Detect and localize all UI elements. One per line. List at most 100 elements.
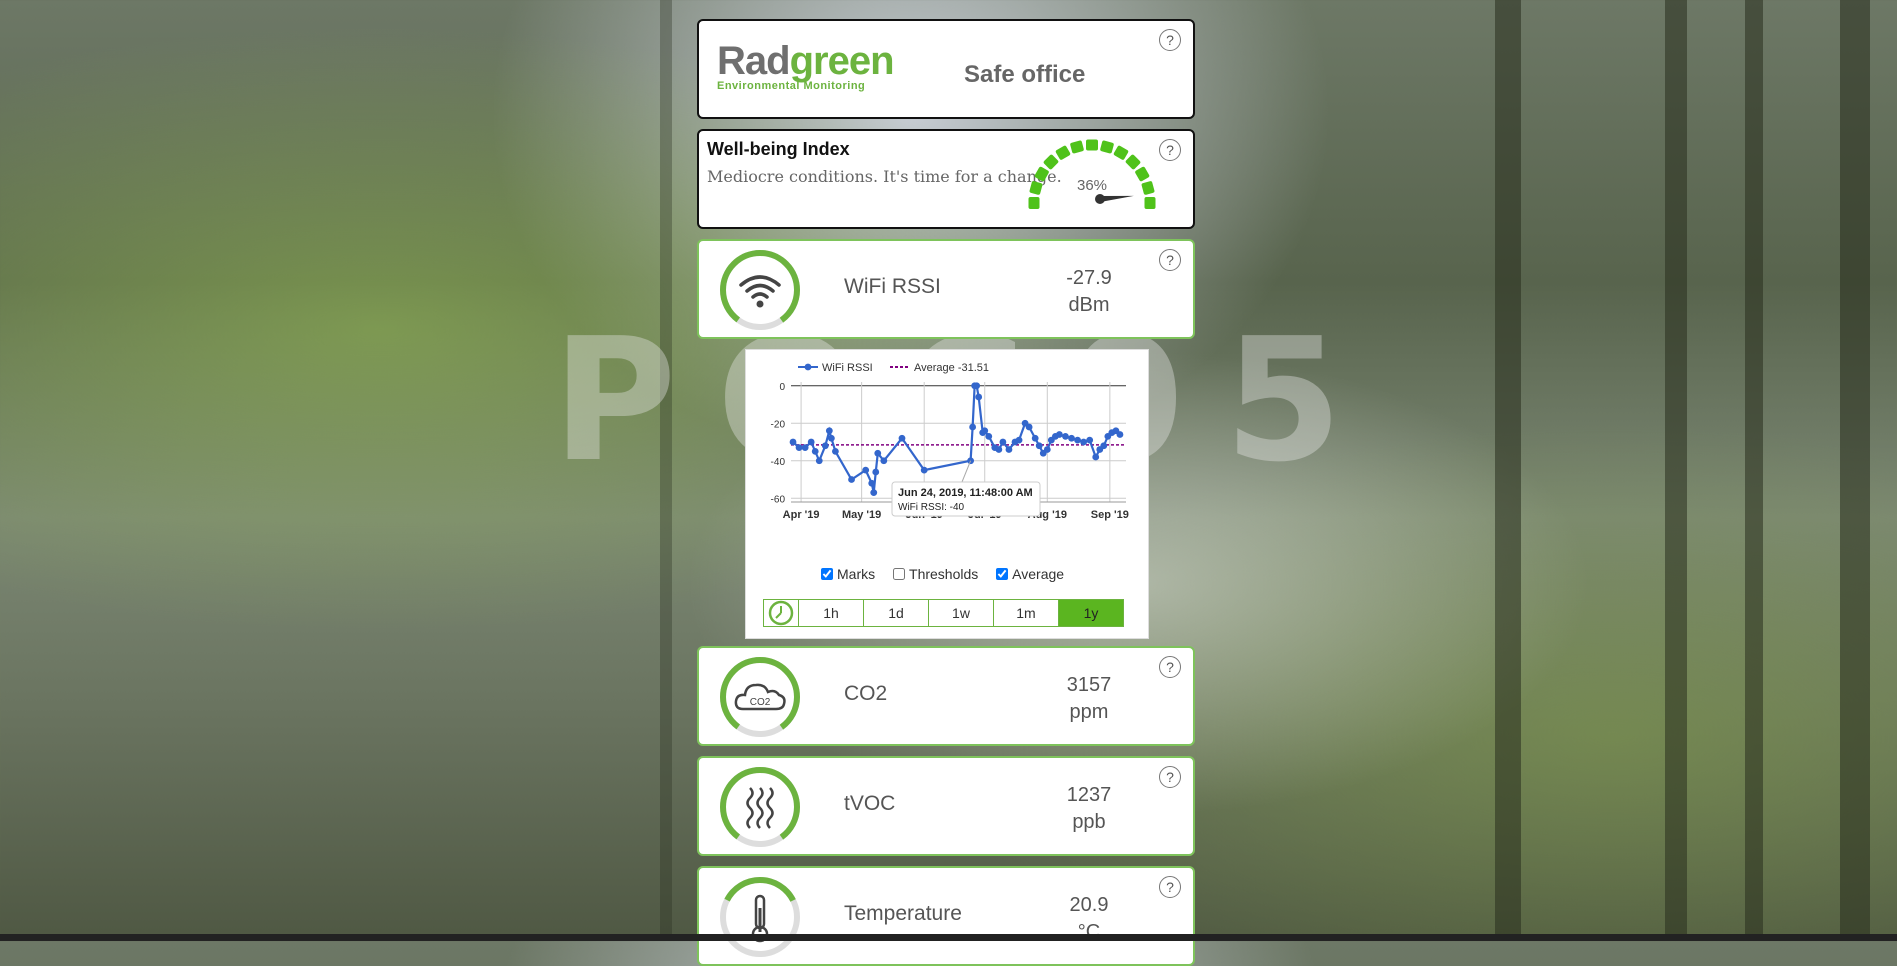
- sensor-reading: 20.9: [1069, 894, 1109, 916]
- data-point: [1062, 432, 1069, 440]
- gauge-percent-label: 36%: [1077, 177, 1107, 194]
- sensor-reading: 1237: [1066, 784, 1112, 806]
- clock-icon: [768, 600, 794, 626]
- gauge-segment: [1113, 145, 1129, 160]
- data-point: [981, 427, 989, 435]
- gauge-segment: [1070, 140, 1084, 154]
- marks-label: Marks: [837, 566, 876, 582]
- y-tick-label: -20: [771, 419, 786, 430]
- range-button-1w[interactable]: 1w: [929, 599, 994, 627]
- sensor-reading: -27.9: [1066, 267, 1112, 289]
- data-point: [975, 393, 983, 401]
- wifi-history-chart-panel: 0-20-40-60Apr '19May '19Jun '19Jul '19Au…: [745, 349, 1149, 639]
- background-tree-trunk: [1840, 0, 1870, 941]
- help-icon[interactable]: ?: [1159, 876, 1181, 898]
- data-point: [831, 447, 839, 455]
- data-point: [1031, 434, 1039, 442]
- range-button-1d[interactable]: 1d: [864, 599, 929, 627]
- y-tick-label: 0: [779, 382, 785, 393]
- data-point: [807, 438, 815, 446]
- chart-options: Marks Thresholds Average: [821, 566, 1078, 583]
- range-button-1h[interactable]: 1h: [799, 599, 864, 627]
- average-option[interactable]: Average: [996, 566, 1064, 582]
- data-point: [973, 382, 981, 390]
- gauge-segment: [1144, 197, 1156, 209]
- gauge-segment: [1135, 166, 1150, 182]
- thresholds-checkbox[interactable]: [893, 568, 906, 580]
- wellbeing-description: Mediocre conditions. It's time for a cha…: [707, 167, 1062, 186]
- sensor-unit: ppm: [1069, 701, 1109, 723]
- range-button-1y[interactable]: 1y: [1059, 599, 1124, 627]
- data-point: [1005, 446, 1013, 453]
- help-icon[interactable]: ?: [1159, 656, 1181, 678]
- logo-wordmark: Radgreen: [717, 39, 895, 83]
- data-point: [1074, 436, 1081, 444]
- data-point: [1100, 442, 1108, 450]
- data-point: [874, 449, 882, 457]
- data-point: [1068, 434, 1075, 442]
- sensor-card-wifi[interactable]: WiFi RSSI -27.9 dBm ?: [697, 239, 1195, 339]
- background-tree-trunk: [660, 0, 672, 941]
- thresholds-option[interactable]: Thresholds: [893, 566, 978, 582]
- data-point: [1043, 446, 1051, 453]
- gauge-segment: [1043, 154, 1059, 170]
- tooltip-text: WiFi RSSI: -40: [898, 502, 965, 513]
- help-icon[interactable]: ?: [1159, 766, 1181, 788]
- marks-checkbox[interactable]: [821, 568, 833, 580]
- background-tree-trunk: [1745, 0, 1763, 941]
- data-point: [1035, 442, 1043, 450]
- data-point: [1056, 431, 1063, 438]
- sensor-name: Temperature: [844, 902, 962, 925]
- taskbar-strip: [0, 934, 1897, 941]
- data-point: [872, 468, 880, 476]
- tooltip-pointer: [961, 460, 972, 483]
- average-label: Average: [1012, 566, 1065, 582]
- data-point: [821, 442, 829, 450]
- y-tick-label: -40: [771, 457, 786, 468]
- gauge-segment: [1028, 197, 1040, 209]
- help-icon[interactable]: ?: [1159, 249, 1181, 271]
- sensor-name: WiFi RSSI: [844, 275, 941, 298]
- sensor-card-tvoc[interactable]: tVOC 1237 ppb ?: [697, 756, 1195, 856]
- clock-button[interactable]: [763, 599, 799, 627]
- gauge-segment: [1100, 140, 1114, 154]
- wifi-rssi-chart: 0-20-40-60Apr '19May '19Jun '19Jul '19Au…: [771, 362, 1129, 521]
- sensor-value: -27.9 dBm: [1044, 265, 1134, 319]
- data-point: [1025, 423, 1033, 431]
- gauge-segment: [1125, 154, 1141, 170]
- tvoc-waves-icon: [720, 767, 800, 847]
- average-checkbox[interactable]: [996, 568, 1009, 580]
- data-point: [862, 466, 870, 474]
- data-point: [985, 432, 993, 440]
- x-tick-label: May '19: [842, 509, 881, 521]
- x-tick-label: Sep '19: [1091, 509, 1129, 521]
- legend-wifi-marker: [804, 363, 812, 371]
- logo-subtitle: Environmental Monitoring: [717, 80, 866, 92]
- legend-average-label: Average -31.51: [914, 362, 989, 374]
- time-range-selector: 1h 1d 1w 1m 1y: [763, 599, 1124, 627]
- wellbeing-gauge: 36%: [1028, 139, 1156, 209]
- gauge-needle: [1099, 195, 1134, 202]
- help-icon[interactable]: ?: [1159, 139, 1181, 161]
- wifi-icon: [720, 250, 800, 330]
- sensor-card-temperature[interactable]: Temperature 20.9 °C ?: [697, 866, 1195, 966]
- data-point: [789, 438, 797, 446]
- sensor-reading: 3157: [1066, 674, 1112, 696]
- sensor-card-co2[interactable]: CO2 CO2 3157 ppm ?: [697, 646, 1195, 746]
- data-point: [848, 476, 855, 483]
- data-point: [870, 489, 878, 497]
- radgreen-logo: Radgreen Environmental Monitoring: [717, 39, 895, 101]
- location-title: Safe office: [964, 61, 1086, 88]
- sensor-unit: ppb: [1072, 811, 1106, 833]
- thermometer-icon: [720, 877, 800, 957]
- y-tick-label: -60: [771, 494, 786, 505]
- wellbeing-card: Well-being Index Mediocre conditions. It…: [697, 129, 1195, 229]
- data-point: [995, 446, 1003, 453]
- help-icon[interactable]: ?: [1159, 29, 1181, 51]
- range-button-1m[interactable]: 1m: [994, 599, 1059, 627]
- marks-option[interactable]: Marks: [821, 566, 875, 582]
- gauge-segment: [1034, 166, 1049, 182]
- gauge-segment: [1086, 139, 1098, 151]
- sensor-name: CO2: [844, 682, 888, 705]
- background-tree-trunk: [1495, 0, 1521, 941]
